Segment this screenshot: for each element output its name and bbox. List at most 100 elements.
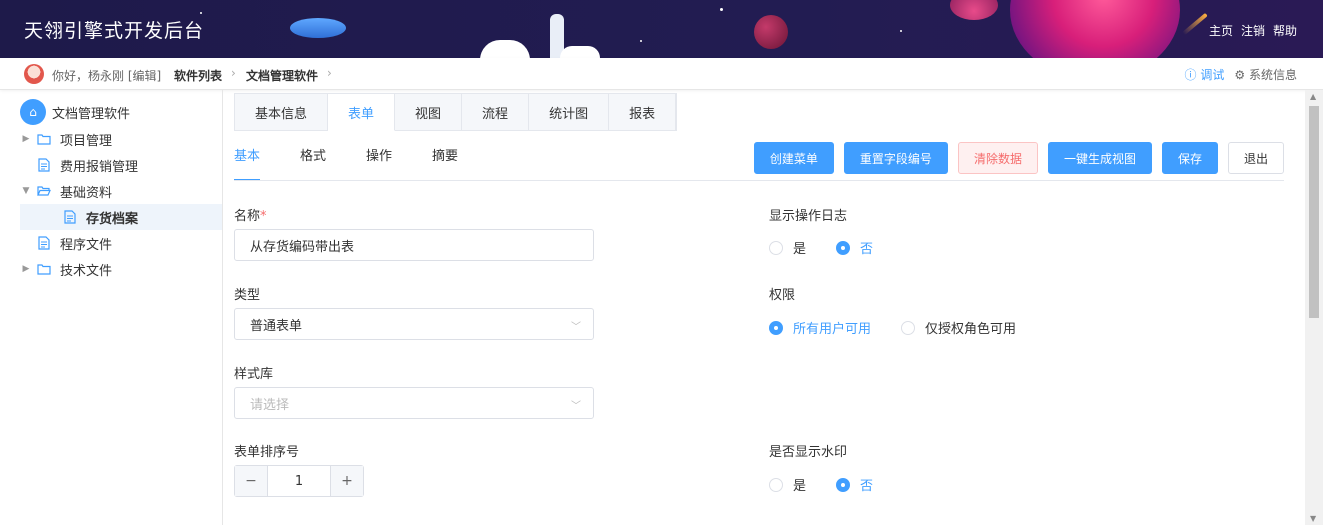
log-no-radio[interactable]: 否 <box>836 238 873 257</box>
caret-down-icon[interactable]: ▼ <box>20 186 32 196</box>
watermark-label: 是否显示水印 <box>769 445 848 460</box>
tree-item-label: 费用报销管理 <box>60 159 139 175</box>
folder-icon <box>36 262 52 276</box>
tab-report[interactable]: 报表 <box>609 94 677 131</box>
caret-right-icon[interactable]: ▶ <box>20 264 32 274</box>
home-link[interactable]: 主页 <box>1209 22 1233 39</box>
logout-link[interactable]: 注销 <box>1241 22 1265 39</box>
star-decoration <box>200 12 202 14</box>
subtab-format[interactable]: 格式 <box>300 143 326 181</box>
tab-form[interactable]: 表单 <box>328 94 396 131</box>
log-radio-group: 是 否 <box>769 238 873 257</box>
vertical-scrollbar[interactable]: ▲ ▼ <box>1305 90 1323 525</box>
tab-view[interactable]: 视图 <box>395 94 463 131</box>
perm-authorized-roles-radio[interactable]: 仅授权角色可用 <box>901 318 1016 337</box>
permission-radio-group: 所有用户可用 仅授权角色可用 <box>769 318 1016 337</box>
tree-item-label: 基础资料 <box>60 185 113 201</box>
save-button[interactable]: 保存 <box>1161 142 1218 174</box>
watermark-yes-radio[interactable]: 是 <box>769 475 806 494</box>
subtab-summary[interactable]: 摘要 <box>432 143 458 181</box>
radio-circle <box>836 477 851 492</box>
tree-item-expense[interactable]: 费用报销管理 <box>20 152 222 178</box>
chevron-down-icon: ﹀ <box>571 401 581 412</box>
log-yes-radio[interactable]: 是 <box>769 238 806 257</box>
cloud-decoration <box>560 46 600 58</box>
tree-item-label: 技术文件 <box>60 263 113 279</box>
watermark-no-radio[interactable]: 否 <box>836 475 873 494</box>
perm-all-users-radio[interactable]: 所有用户可用 <box>769 318 871 337</box>
help-link[interactable]: 帮助 <box>1273 22 1297 39</box>
scroll-up-icon[interactable]: ▲ <box>1310 92 1316 101</box>
permission-label: 权限 <box>769 288 796 303</box>
tree-item-inventory[interactable]: 存货档案 <box>20 204 222 230</box>
reset-field-number-button[interactable]: 重置字段编号 <box>843 142 948 174</box>
create-menu-button[interactable]: 创建菜单 <box>753 142 834 174</box>
tree-item-basic-data[interactable]: ▼ 基础资料 <box>20 178 222 204</box>
cloud-decoration <box>480 40 530 58</box>
sidebar-tree: ⌂ 文档管理软件 ▶ 项目管理 费用报销管理 ▼ 基础资料 存货档案 程序文件 … <box>0 90 223 525</box>
folder-icon <box>36 132 52 146</box>
tab-chart[interactable]: 统计图 <box>529 94 610 131</box>
tree-item-label: 项目管理 <box>60 133 113 149</box>
radio-label: 是 <box>793 479 807 494</box>
scroll-down-icon[interactable]: ▼ <box>1310 514 1316 523</box>
star-decoration <box>640 40 642 42</box>
clear-data-button[interactable]: 清除数据 <box>957 142 1038 174</box>
radio-circle <box>901 320 916 335</box>
plus-button[interactable]: + <box>331 466 363 496</box>
order-label: 表单排序号 <box>234 445 300 460</box>
subtab-operation[interactable]: 操作 <box>366 143 392 181</box>
debug-link[interactable]: ⓘ 调试 <box>1185 66 1225 83</box>
folder-open-icon <box>36 184 52 198</box>
header-links: 主页 注销 帮助 <box>1209 22 1297 39</box>
main-panel: 基本信息 表单 视图 流程 统计图 报表 基本 格式 操作 摘要 创建菜单 重置… <box>234 93 1304 525</box>
radio-circle <box>769 320 783 335</box>
radio-circle <box>769 477 783 492</box>
required-mark: * <box>260 209 267 224</box>
tree-item-project-mgmt[interactable]: ▶ 项目管理 <box>20 126 222 152</box>
subtab-basic[interactable]: 基本 <box>234 143 261 181</box>
user-greeting[interactable]: 你好，杨永刚 [编辑] <box>52 67 161 84</box>
type-select[interactable]: 普通表单 ﹀ <box>234 308 594 340</box>
tree-item-tech-files[interactable]: ▶ 技术文件 <box>20 256 222 282</box>
tab-flow[interactable]: 流程 <box>462 94 530 131</box>
style-select-placeholder: 请选择 <box>250 397 290 413</box>
chevron-down-icon: ﹀ <box>571 322 581 333</box>
style-label: 样式库 <box>234 367 274 382</box>
avatar[interactable] <box>24 64 44 84</box>
name-label: 名称* <box>234 205 267 224</box>
radio-label: 仅授权角色可用 <box>925 322 1017 337</box>
planet-decoration <box>950 0 998 20</box>
document-icon <box>36 236 52 250</box>
name-label-text: 名称 <box>234 209 261 224</box>
log-label: 显示操作日志 <box>769 209 848 224</box>
tree-item-program-files[interactable]: 程序文件 <box>20 230 222 256</box>
document-icon <box>62 210 78 224</box>
type-label: 类型 <box>234 288 261 303</box>
exit-button[interactable]: 退出 <box>1227 142 1284 174</box>
breadcrumb-current-app[interactable]: 文档管理软件 <box>246 67 318 84</box>
name-input[interactable]: 从存货编码带出表 <box>234 229 594 261</box>
blimp-decoration <box>290 18 346 38</box>
generate-view-button[interactable]: 一键生成视图 <box>1047 142 1152 174</box>
main-tabs: 基本信息 表单 视图 流程 统计图 报表 <box>234 93 678 131</box>
breadcrumb-bar: 你好，杨永刚 [编辑] 软件列表 › 文档管理软件 › ⓘ 调试 ⚙ 系统信息 <box>0 58 1323 90</box>
type-select-value: 普通表单 <box>250 318 303 334</box>
radio-label: 否 <box>860 479 874 494</box>
minus-button[interactable]: − <box>235 466 267 496</box>
tree-root-label: 文档管理软件 <box>52 106 131 122</box>
caret-right-icon[interactable]: ▶ <box>20 134 32 144</box>
debug-label: 调试 <box>1200 68 1225 82</box>
tab-basic-info[interactable]: 基本信息 <box>235 94 329 131</box>
radio-label: 是 <box>793 242 807 257</box>
tree-root[interactable]: ⌂ 文档管理软件 <box>20 98 130 126</box>
app-title: 天翎引擎式开发后台 <box>24 20 205 42</box>
sysinfo-link[interactable]: ⚙ 系统信息 <box>1234 66 1297 83</box>
breadcrumb-software-list[interactable]: 软件列表 <box>174 67 222 84</box>
style-select[interactable]: 请选择 ﹀ <box>234 387 594 419</box>
order-value-input[interactable]: 1 <box>267 466 331 496</box>
planet-decoration <box>754 15 788 49</box>
scroll-thumb[interactable] <box>1309 106 1319 318</box>
info-icon: ⓘ <box>1184 68 1197 82</box>
home-icon: ⌂ <box>20 99 46 125</box>
